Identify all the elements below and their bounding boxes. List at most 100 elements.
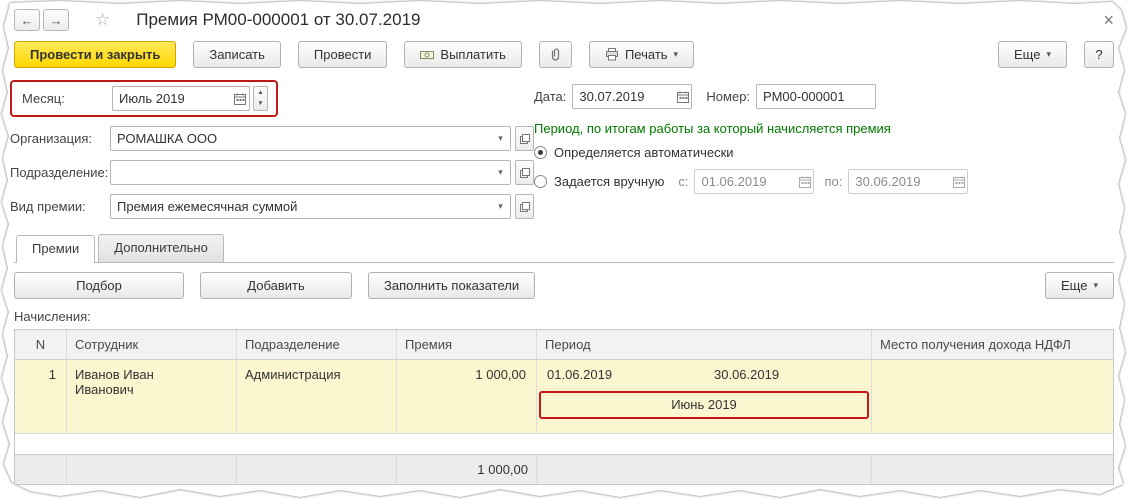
tab-dopolnitelno[interactable]: Дополнительно [98, 234, 224, 262]
spin-up-icon[interactable]: ▲ [254, 87, 267, 99]
period-group-title: Период, по итогам работы за который начи… [534, 121, 1114, 136]
more-button-label: Еще [1014, 47, 1040, 62]
help-button[interactable]: ? [1084, 41, 1114, 68]
document-header-form: Месяц: ▲ ▼ Организация: ▾ [14, 80, 1114, 222]
month-input[interactable] [113, 87, 232, 110]
cell-department[interactable]: Администрация [237, 360, 397, 433]
calendar-icon[interactable] [232, 87, 249, 110]
calendar-icon[interactable] [675, 85, 692, 108]
date-input[interactable] [573, 85, 674, 108]
table-empty-area [15, 434, 1113, 454]
column-header-ndfl-place[interactable]: Место получения дохода НДФЛ [872, 330, 1113, 359]
period-from-input[interactable] [695, 170, 796, 193]
calendar-icon[interactable] [797, 170, 814, 193]
table-header-row: N Сотрудник Подразделение Премия Период … [15, 330, 1113, 360]
bonuses-tab-panel: Подбор Добавить Заполнить показатели Еще… [14, 262, 1114, 485]
column-header-period[interactable]: Период [537, 330, 872, 359]
more-button[interactable]: Еще ▾ [998, 41, 1067, 68]
pick-button[interactable]: Подбор [14, 272, 184, 299]
print-button-label: Печать [625, 47, 668, 62]
period-to-field [848, 169, 968, 194]
tab-premii[interactable]: Премии [16, 235, 95, 263]
printer-icon [605, 48, 619, 61]
bonus-type-combo: ▾ [110, 194, 511, 219]
calendar-icon[interactable] [951, 170, 968, 193]
total-bonus: 1 000,00 [397, 455, 537, 484]
tabs-bar: Премии Дополнительно [14, 234, 1114, 262]
organization-label: Организация: [10, 131, 110, 146]
close-icon[interactable]: × [1103, 11, 1114, 29]
back-arrow-icon: ← [21, 13, 34, 28]
bonus-type-input[interactable] [111, 195, 491, 218]
table-row[interactable]: 1 Иванов Иван Иванович Администрация 1 0… [15, 360, 1113, 434]
post-button[interactable]: Провести [298, 41, 388, 68]
cell-period[interactable]: 01.06.2019 30.06.2019 Июнь 2019 [537, 360, 872, 433]
period-to-input[interactable] [849, 170, 950, 193]
chevron-down-icon[interactable]: ▾ [491, 127, 510, 150]
left-fields-column: Месяц: ▲ ▼ Организация: ▾ [10, 80, 534, 219]
spin-down-icon[interactable]: ▼ [254, 99, 267, 111]
back-button[interactable]: ← [14, 9, 40, 31]
chevron-down-icon[interactable]: ▾ [491, 195, 510, 218]
month-stepper: ▲ ▼ [253, 86, 268, 111]
period-month-highlight[interactable]: Июнь 2019 [539, 391, 869, 419]
nav-buttons: ← → [14, 9, 69, 31]
add-button[interactable]: Добавить [200, 272, 352, 299]
total-cell-n [15, 455, 67, 484]
write-button[interactable]: Записать [193, 41, 281, 68]
cell-row-number[interactable]: 1 [15, 360, 67, 433]
auto-period-option: Определяется автоматически [534, 145, 1114, 160]
manual-radio[interactable] [534, 175, 547, 188]
date-number-row: Дата: Номер: [534, 84, 1114, 109]
print-button[interactable]: Печать ▾ [589, 41, 694, 68]
auto-radio[interactable] [534, 146, 547, 159]
chevron-down-icon[interactable]: ▾ [491, 161, 510, 184]
employee-name: Иванов Иван Иванович [75, 367, 179, 397]
post-and-close-button[interactable]: Провести и закрыть [14, 41, 176, 68]
total-cell-period [537, 455, 872, 484]
organization-input[interactable] [111, 127, 491, 150]
calendar-glyph-icon [953, 176, 965, 188]
period-end-date[interactable]: 30.06.2019 [704, 360, 871, 389]
total-cell-ndfl [872, 455, 1113, 484]
table-more-button[interactable]: Еще ▾ [1045, 272, 1114, 299]
favorite-star-icon[interactable]: ☆ [95, 10, 110, 30]
forward-button[interactable]: → [43, 9, 69, 31]
period-start-date[interactable]: 01.06.2019 [537, 360, 704, 389]
bonus-document-window: ← → ☆ Премия РМ00-000001 от 30.07.2019 ×… [0, 0, 1128, 500]
pay-button[interactable]: Выплатить [404, 41, 522, 68]
organization-combo: ▾ [110, 126, 511, 151]
fill-indicators-button[interactable]: Заполнить показатели [368, 272, 535, 299]
number-input[interactable] [756, 84, 876, 109]
banknote-icon [420, 49, 434, 61]
manual-period-option: Задается вручную с: по: [534, 169, 1114, 194]
cell-employee[interactable]: Иванов Иван Иванович [67, 360, 237, 433]
department-input[interactable] [111, 161, 491, 184]
column-header-n[interactable]: N [15, 330, 67, 359]
paperclip-icon [548, 47, 563, 62]
period-dates: 01.06.2019 30.06.2019 [537, 360, 871, 389]
forward-arrow-icon: → [50, 13, 63, 28]
open-bonus-type-button[interactable] [515, 194, 534, 219]
pay-button-label: Выплатить [440, 47, 506, 62]
open-link-icon [520, 202, 530, 212]
period-month-value: Июнь 2019 [671, 397, 737, 412]
chevron-down-icon: ▾ [674, 49, 679, 60]
bonus-type-label: Вид премии: [10, 199, 110, 214]
window-title: Премия РМ00-000001 от 30.07.2019 [136, 10, 420, 30]
table-toolbar: Подбор Добавить Заполнить показатели Еще… [14, 272, 1114, 299]
cell-bonus[interactable]: 1 000,00 [397, 360, 537, 433]
total-cell-department [237, 455, 397, 484]
open-department-button[interactable] [515, 160, 534, 185]
calendar-glyph-icon [799, 176, 811, 188]
chevron-down-icon: ▾ [1046, 49, 1051, 60]
column-header-bonus[interactable]: Премия [397, 330, 537, 359]
open-organization-button[interactable] [515, 126, 534, 151]
cell-ndfl-place[interactable] [872, 360, 1113, 433]
torn-page-wrapper: ← → ☆ Премия РМ00-000001 от 30.07.2019 ×… [0, 0, 1128, 500]
attachments-button[interactable] [539, 41, 572, 68]
column-header-employee[interactable]: Сотрудник [67, 330, 237, 359]
table-totals-row: 1 000,00 [15, 454, 1113, 484]
table-more-label: Еще [1061, 278, 1087, 293]
column-header-department[interactable]: Подразделение [237, 330, 397, 359]
